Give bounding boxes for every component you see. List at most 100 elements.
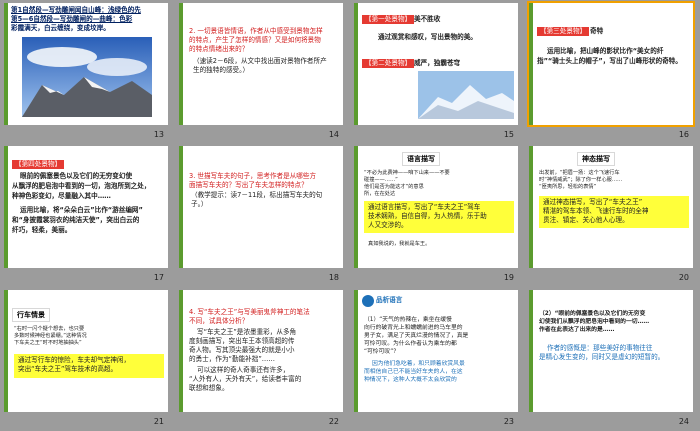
section-header-note: 奇特: [590, 27, 604, 35]
slide-19-line-7: 人又交涉的。: [368, 221, 408, 229]
slide-24-line-2: 幻使我们从飘浮的肥皂泡中看到的一切……: [539, 319, 650, 325]
slide-number: 19: [503, 273, 514, 282]
slide-22-line-4: 度刻画描写，突出车王本领高超的传: [189, 337, 295, 345]
slide-20-line-5: 精湛的驾车本领、飞速行车时的全神: [543, 207, 649, 215]
slide-thumbnail-22[interactable]: 4. 写“车夫之王”与写美丽鬼斧神工的笔法 不同，试具体分析？ 写“车夫之王”是…: [175, 287, 343, 428]
slide-19-line-3: 他们是否为能这才”的意思: [364, 184, 424, 190]
slide-22-line-9: 联想和想象。: [189, 384, 229, 392]
slide-13-line-1: 第1自然段—写劲雕闸闻自山峰：浅绿色的先: [11, 6, 141, 14]
slide-19-line-4: 所，在在处达: [364, 191, 396, 197]
section-heading: 语言描写: [402, 152, 440, 166]
section-heading: 神态描写: [577, 152, 615, 166]
section-header: 【第二处景物】: [362, 59, 415, 68]
slide-18-line-4: 子。）: [191, 200, 208, 208]
slide-14-line-1: 2. 一切景语皆情语，作者从中感受到景物怎样: [189, 27, 323, 35]
slide-thumbnail-14[interactable]: 2. 一切景语皆情语，作者从中感受到景物怎样 的特点，产生了怎样的情感？又是如何…: [175, 0, 343, 141]
slide-21-line-5: 突出“车夫之王”驾车技术的高超。: [18, 365, 118, 373]
slide-19-line-6: 技术娴熟，自信自得，为人热情，乐于助: [368, 212, 487, 220]
slide-number: 20: [678, 273, 689, 282]
bullet-icon: [362, 295, 374, 307]
slide-21-line-1: “右时一闪个疑个想去，也只要: [14, 326, 85, 332]
slide-thumbnail-19[interactable]: 语言描写 “不必为此费神——咱下山来——不要 碰撞——……” 他们是否为能这才”…: [350, 143, 518, 284]
section-header-note: 威严，独霸苍穹: [414, 59, 461, 67]
slide-thumbnail-24[interactable]: （2）“眼前的佩塞景色以及它们的无穷变 幻使我们从飘浮的肥皂泡中看到的一切…… …: [525, 287, 693, 428]
slide-17-line-2: 从飘浮的肥皂泡中看到的一切，泡泡所到之处，: [12, 182, 151, 190]
slide-thumbnail-20[interactable]: 神态描写 出发前，“把眉一扬：这个飞速行车 时“神情威武”；除了你一样心服…… …: [525, 143, 693, 284]
slide-14-line-3: 的特点情绪出来的？: [189, 45, 249, 53]
slide-thumbnail-21[interactable]: 行车情景 “右时一闪个疑个想去，也只要 多数时候神经也紧绷。”这种情况 下车夫之…: [0, 287, 168, 428]
slide-24-line-4: 作者的感慨是：那些美好的事物往往: [547, 344, 653, 352]
slide-13-line-2: 第5—6自然段—写劲雕闸的—曲峰：色彩: [11, 15, 133, 23]
slide-number: 17: [153, 273, 164, 282]
slide-14-line-4: （速读2－6段，从文中找出面对景物作者所产: [193, 57, 327, 65]
slide-thumbnail-15[interactable]: 【第一处景物】 美不胜收 通过观赏和感叹，写出景物的美。 【第二处景物】 威严，…: [350, 0, 518, 141]
slide-number: 15: [503, 130, 514, 139]
slide-number: 21: [153, 417, 164, 426]
slide-number: 24: [678, 417, 689, 426]
slide-thumbnail-23[interactable]: 品析语言 （1）“天气的热辣在，乘坐在缓慢 向行的破背光上和蠕蠕前进的马车里的 …: [350, 287, 518, 428]
slide-14-line-5: 生的独特的感受。）: [193, 66, 250, 74]
slide-24-line-3: 作者在此表达了出来的是……: [539, 327, 615, 333]
slide-23-line-4: 可怜可叹。为什么作者认为乘车的都: [364, 341, 457, 347]
mountain-sky-image: [22, 37, 152, 117]
slide-20-line-1: 出发前，“把眉一扬：这个飞速行车: [539, 170, 620, 176]
section-header: 【第四处景物】: [12, 160, 65, 169]
slide-21-line-4: 通过写行车的惊险，车夫却气定神闲，: [18, 356, 131, 364]
slide-16-line-1: 运用比喻，把山峰的影状比作“美女的纤: [547, 47, 664, 55]
section-header-note: 美不胜收: [414, 15, 441, 23]
slide-22-line-8: “人外有人，天外有天”，给读者丰富的: [189, 375, 302, 383]
slide-22-line-5: 奇人物。写其顶尖最强大的就是小小: [189, 346, 295, 354]
slide-13-line-3: 彩霞满天，白云缠绕，变成坟岸。: [11, 24, 110, 32]
slide-thumbnail-16[interactable]: 【第三处景物】 奇特 运用比喻，把山峰的影状比作“美女的纤 指”“骑士头上的帽子…: [525, 0, 695, 141]
slide-17-line-6: 纤巧，轻柔，美丽。: [12, 226, 72, 234]
slide-23-line-8: 种情况下，这种人大概不太会欣赏的: [364, 377, 457, 383]
slide-17-line-4: 运用比喻，将“朵朵白云”比作“游丝编网”: [20, 206, 143, 214]
slide-21-line-2: 多数时候神经也紧绷。”这种情况: [14, 333, 87, 339]
slide-19-line-2: 碰撞——……”: [364, 177, 398, 183]
section-header: 【第三处景物】: [537, 27, 590, 36]
slide-number: 23: [503, 417, 514, 426]
slide-22-line-7: 可以这样的奇人奇事还有许多，: [197, 366, 290, 374]
slide-20-line-6: 贯注、镇定、关心他人心理。: [543, 216, 629, 224]
section-header: 【第一处景物】: [362, 15, 415, 24]
slide-17-line-3: 种神色彩变幻，尽量融入其中……: [12, 192, 111, 200]
section-heading: 品析语言: [376, 296, 403, 304]
slide-18-line-2: 面描写车夫的？写出了车夫怎样的特点？: [189, 181, 308, 189]
slide-20-line-3: “匪夷所思，轻松的表情”: [539, 184, 597, 190]
slide-23-line-2: 向行的破背光上和蠕蠕前进的马车里的: [364, 325, 463, 331]
slide-15-paragraph: 通过观赏和感叹，写出景物的美。: [378, 33, 477, 41]
slide-17-line-1: 眼前的佩塞景色以及它们的无穷变幻使: [20, 172, 133, 180]
slide-19-line-1: “不必为此费神——咱下山来——不要: [364, 170, 450, 176]
slide-23-line-1: （1）“天气的热辣在，乘坐在缓慢: [364, 317, 452, 323]
slide-number: 13: [153, 130, 164, 139]
slide-19-line-8: 真如我说的，我就是车王。: [368, 241, 431, 247]
snow-mountain-image: [418, 71, 514, 119]
slide-18-line-3: （教学提示：读7－11段，标出描写车夫的句: [191, 191, 323, 199]
slide-17-line-5: 和“身披霞裳羽衣的纯洁天使”，突出白云的: [12, 216, 140, 224]
slide-24-line-1: （2）“眼前的佩塞景色以及它们的无穷变: [539, 311, 646, 317]
slide-23-line-3: 男子女，满足了天真烂漫的情况了，真是: [364, 333, 469, 339]
slide-23-line-6: 因为他们急吃着，和只顾着欣赏风景: [372, 361, 465, 367]
slide-23-line-7: 而相信自己已不能当好车夫的人，在这: [364, 369, 463, 375]
slide-number: 16: [678, 130, 689, 139]
slide-19-line-5: 通过语言描写，写出了“车夫之王”驾车: [368, 203, 481, 211]
slide-23-line-5: “可怜可叹”？: [364, 349, 399, 355]
slide-22-line-3: 写“车夫之王”是浓墨重彩，从多角: [197, 328, 297, 336]
slide-18-line-1: 3. 世描写车夫的句子，思考作者是从哪些方: [189, 172, 317, 180]
slide-thumbnail-13[interactable]: 第1自然段—写劲雕闸闻自山峰：浅绿色的先 第5—6自然段—写劲雕闸的—曲峰：色彩…: [0, 0, 168, 141]
slide-22-line-1: 4. 写“车夫之王”与写美丽鬼斧神工的笔法: [189, 308, 310, 316]
slide-20-line-2: 时“神情威武”；除了你一样心服……: [539, 177, 623, 183]
section-heading: 行车情景: [12, 308, 50, 322]
slide-22-line-6: 的勇士，作为“勤能补拙”……: [189, 355, 275, 363]
slide-20-line-4: 通过神态描写，写出了“车夫之王”: [543, 198, 643, 206]
slide-number: 22: [328, 417, 339, 426]
slide-number: 14: [328, 130, 339, 139]
slide-thumbnail-18[interactable]: 3. 世描写车夫的句子，思考作者是从哪些方 面描写车夫的？写出了车夫怎样的特点？…: [175, 143, 343, 284]
slide-22-line-2: 不同，试具体分析？: [189, 317, 249, 325]
slide-16-line-2: 指”“骑士头上的帽子”，写出了山峰形状的奇特。: [537, 57, 682, 65]
slide-14-line-2: 的特点，产生了怎样的情感？又是如何将景物: [189, 36, 321, 44]
slide-24-line-5: 是精心发生变的，同时又是虚幻的短暂的。: [539, 353, 665, 361]
slide-number: 18: [328, 273, 339, 282]
slide-thumbnail-17[interactable]: 【第四处景物】 眼前的佩塞景色以及它们的无穷变幻使 从飘浮的肥皂泡中看到的一切，…: [0, 143, 168, 284]
slide-21-line-3: 下车夫之王“时不时地抽抽头”: [14, 340, 82, 346]
